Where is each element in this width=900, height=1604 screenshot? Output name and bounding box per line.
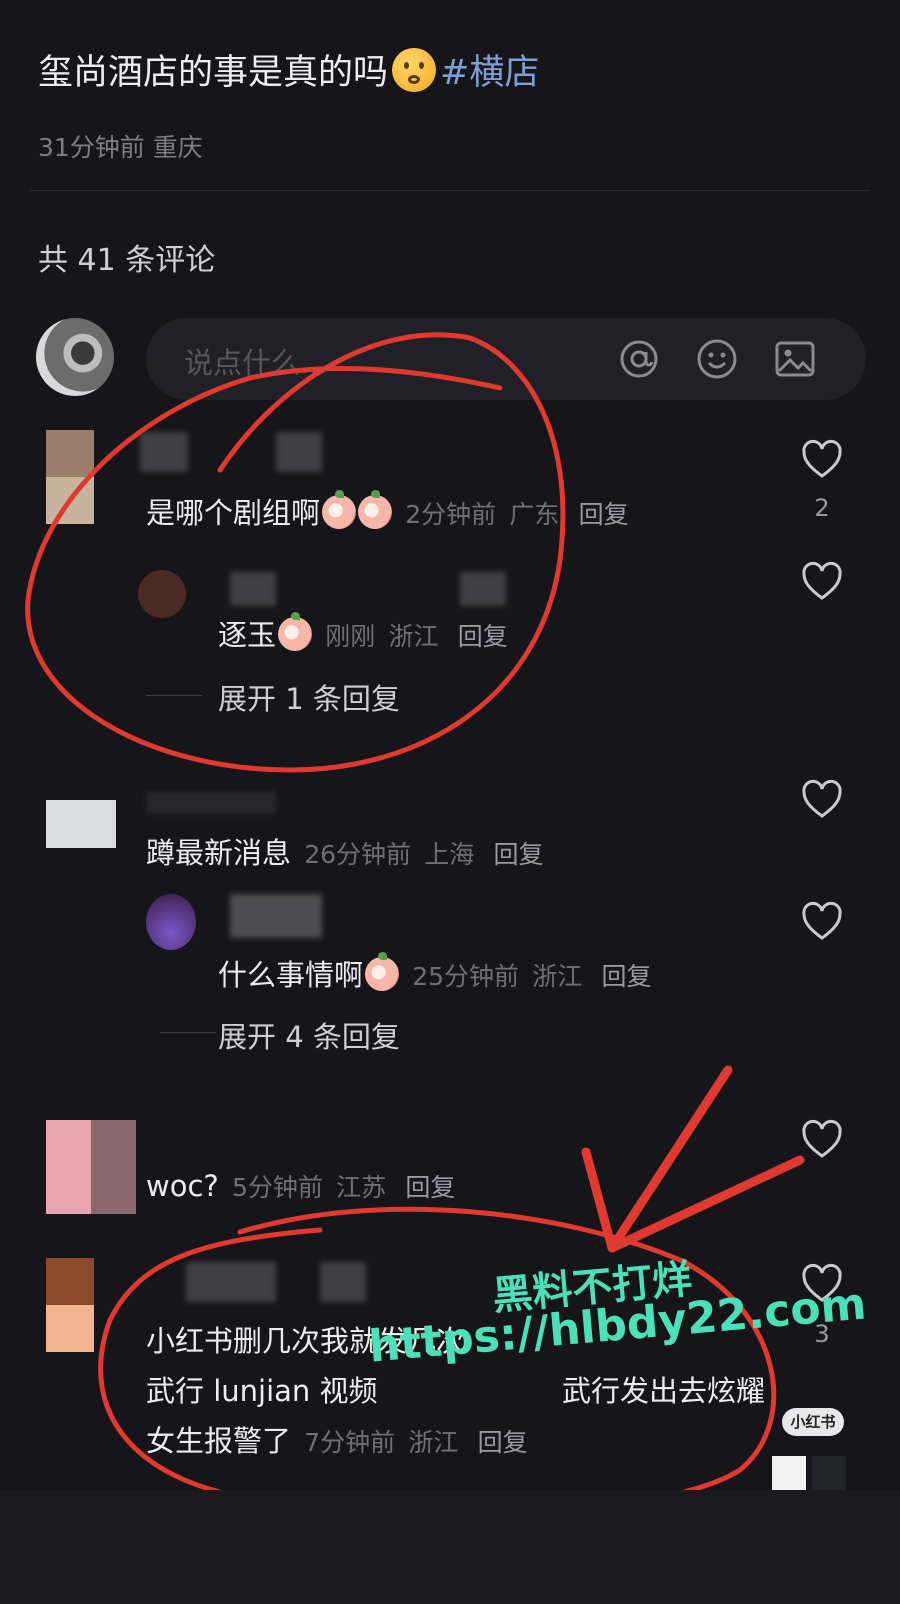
bottom-bar xyxy=(0,1490,900,1604)
block xyxy=(772,1456,806,1490)
block xyxy=(812,1456,846,1490)
xiaohongshu-badge: 小红书 xyxy=(782,1408,844,1436)
red-circle-annotation xyxy=(25,332,566,773)
